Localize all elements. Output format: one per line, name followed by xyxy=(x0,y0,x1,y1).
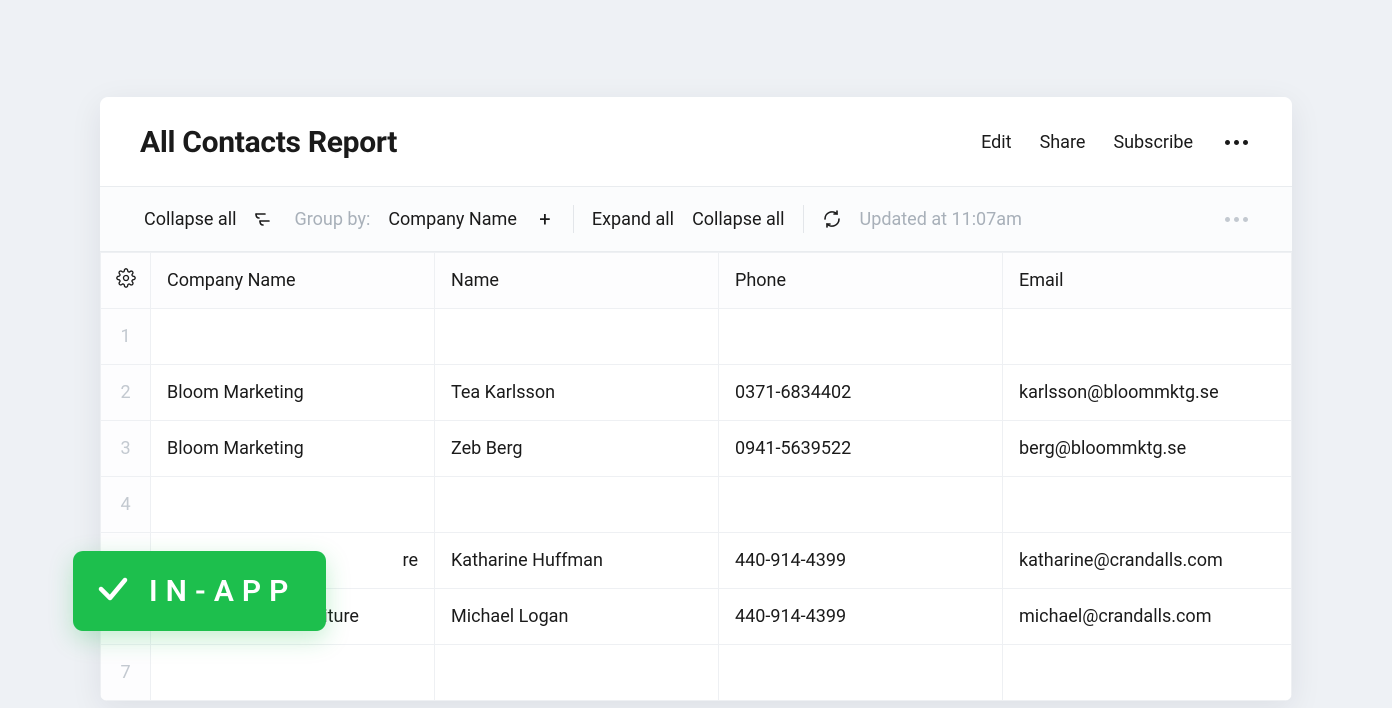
divider xyxy=(803,205,804,233)
cell-name[interactable]: Katharine Huffman xyxy=(435,533,719,589)
collapse-all-button[interactable]: Collapse all xyxy=(144,209,236,230)
share-button[interactable]: Share xyxy=(1040,132,1086,153)
cell-name[interactable] xyxy=(435,477,719,533)
toolbar-more-button[interactable] xyxy=(1221,213,1252,226)
cell-email[interactable]: michael@crandalls.com xyxy=(1003,589,1292,645)
collapse-all-right-button[interactable]: Collapse all xyxy=(692,209,784,230)
check-icon xyxy=(95,571,131,611)
cell-phone[interactable] xyxy=(719,309,1003,365)
cell-name[interactable]: Zeb Berg xyxy=(435,421,719,477)
contacts-table: Company Name Name Phone Email 1 2 Bloom … xyxy=(100,252,1292,701)
more-actions-button[interactable] xyxy=(1221,136,1252,149)
cell-name[interactable] xyxy=(435,309,719,365)
cell-email[interactable] xyxy=(1003,645,1292,701)
row-number: 4 xyxy=(101,477,151,533)
cell-phone[interactable]: 0371-6834402 xyxy=(719,365,1003,421)
table-header-row: Company Name Name Phone Email xyxy=(101,253,1292,309)
cell-company[interactable]: Bloom Marketing xyxy=(151,365,435,421)
refresh-icon[interactable] xyxy=(822,209,842,229)
table-row[interactable]: 1 xyxy=(101,309,1292,365)
column-company-name[interactable]: Company Name xyxy=(151,253,435,309)
row-number: 7 xyxy=(101,645,151,701)
page-title: All Contacts Report xyxy=(140,125,397,160)
badge-text: IN-APP xyxy=(149,574,296,609)
group-by-label: Group by: xyxy=(294,209,370,230)
table-row[interactable]: 7 xyxy=(101,645,1292,701)
cell-email[interactable] xyxy=(1003,309,1292,365)
row-number: 3 xyxy=(101,421,151,477)
updated-label: Updated at 11:07am xyxy=(860,209,1022,230)
cell-phone[interactable]: 440-914-4399 xyxy=(719,589,1003,645)
table-row[interactable]: 2 Bloom Marketing Tea Karlsson 0371-6834… xyxy=(101,365,1292,421)
table-row[interactable]: 3 Bloom Marketing Zeb Berg 0941-5639522 … xyxy=(101,421,1292,477)
panel-header: All Contacts Report Edit Share Subscribe xyxy=(100,97,1292,186)
cell-email[interactable]: karlsson@bloommktg.se xyxy=(1003,365,1292,421)
cell-email[interactable] xyxy=(1003,477,1292,533)
cell-phone[interactable] xyxy=(719,477,1003,533)
panel-actions: Edit Share Subscribe xyxy=(981,132,1252,153)
cell-phone[interactable]: 0941-5639522 xyxy=(719,421,1003,477)
settings-column-header[interactable] xyxy=(101,253,151,309)
cell-phone[interactable] xyxy=(719,645,1003,701)
add-group-button[interactable]: + xyxy=(535,207,555,231)
row-number: 2 xyxy=(101,365,151,421)
group-by-value[interactable]: Company Name xyxy=(388,209,517,230)
column-email[interactable]: Email xyxy=(1003,253,1292,309)
column-phone[interactable]: Phone xyxy=(719,253,1003,309)
cell-company[interactable] xyxy=(151,309,435,365)
in-app-badge: IN-APP xyxy=(73,551,326,631)
cell-phone[interactable]: 440-914-4399 xyxy=(719,533,1003,589)
row-number: 1 xyxy=(101,309,151,365)
toolbar: Collapse all Group by: Company Name + Ex… xyxy=(100,186,1292,252)
cell-company[interactable] xyxy=(151,477,435,533)
table-row[interactable]: 4 xyxy=(101,477,1292,533)
subscribe-button[interactable]: Subscribe xyxy=(1113,132,1193,153)
gear-icon[interactable] xyxy=(101,268,150,288)
cell-name[interactable]: Tea Karlsson xyxy=(435,365,719,421)
cell-company[interactable]: Bloom Marketing xyxy=(151,421,435,477)
cell-email[interactable]: berg@bloommktg.se xyxy=(1003,421,1292,477)
cell-company[interactable] xyxy=(151,645,435,701)
divider xyxy=(573,205,574,233)
expand-all-button[interactable]: Expand all xyxy=(592,209,674,230)
cell-email[interactable]: katharine@crandalls.com xyxy=(1003,533,1292,589)
cell-name[interactable]: Michael Logan xyxy=(435,589,719,645)
edit-button[interactable]: Edit xyxy=(981,132,1011,153)
cell-name[interactable] xyxy=(435,645,719,701)
group-icon[interactable] xyxy=(254,210,276,228)
column-name[interactable]: Name xyxy=(435,253,719,309)
